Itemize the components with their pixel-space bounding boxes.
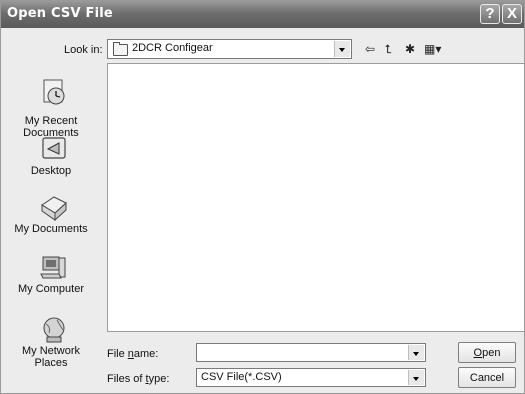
new-folder-icon[interactable]: ✱: [405, 42, 415, 56]
chevron-down-icon[interactable]: [408, 345, 424, 360]
network-places-icon: [43, 317, 65, 343]
recent-documents-icon: [43, 79, 65, 105]
close-button[interactable]: X: [502, 4, 522, 24]
files-of-type-label: Files of type:: [107, 373, 170, 385]
dialog-title: Open CSV File: [7, 6, 113, 21]
cancel-button[interactable]: Cancel: [458, 367, 516, 388]
place-my-documents[interactable]: My Documents: [1, 193, 101, 243]
desktop-icon: [42, 137, 66, 159]
my-documents-icon: [41, 196, 67, 222]
views-menu-icon[interactable]: ▦▾: [424, 42, 441, 56]
up-folder-icon[interactable]: ⮤: [385, 42, 392, 56]
look-in-value: 2DCR Configear: [132, 42, 213, 54]
place-label: Desktop: [30, 165, 72, 177]
chevron-down-icon[interactable]: [334, 41, 350, 57]
open-csv-dialog: Open CSV File ? X Look in: 2DCR Configea…: [0, 0, 525, 394]
place-label: My Network Places: [21, 345, 81, 369]
my-computer-icon: [40, 256, 66, 279]
open-button[interactable]: Open: [458, 342, 516, 363]
help-button[interactable]: ?: [480, 4, 500, 24]
back-arrow-icon[interactable]: ⇦: [365, 42, 375, 56]
file-type-value: CSV File(*.CSV): [201, 371, 282, 383]
place-network[interactable]: My Network Places: [1, 315, 101, 375]
title-bar[interactable]: Open CSV File ? X: [1, 1, 524, 28]
file-name-field[interactable]: [196, 343, 426, 362]
file-type-dropdown[interactable]: CSV File(*.CSV): [196, 368, 426, 387]
chevron-down-icon[interactable]: [408, 370, 424, 385]
place-label: My Computer: [17, 283, 85, 295]
look-in-dropdown[interactable]: 2DCR Configear: [107, 39, 352, 59]
place-my-computer[interactable]: My Computer: [1, 253, 101, 303]
folder-icon: [113, 42, 128, 56]
place-label: My Documents: [14, 223, 88, 235]
file-name-label: File name:: [107, 348, 159, 360]
look-in-label: Look in:: [64, 44, 103, 56]
file-list[interactable]: [107, 63, 525, 332]
place-desktop[interactable]: Desktop: [1, 135, 101, 185]
